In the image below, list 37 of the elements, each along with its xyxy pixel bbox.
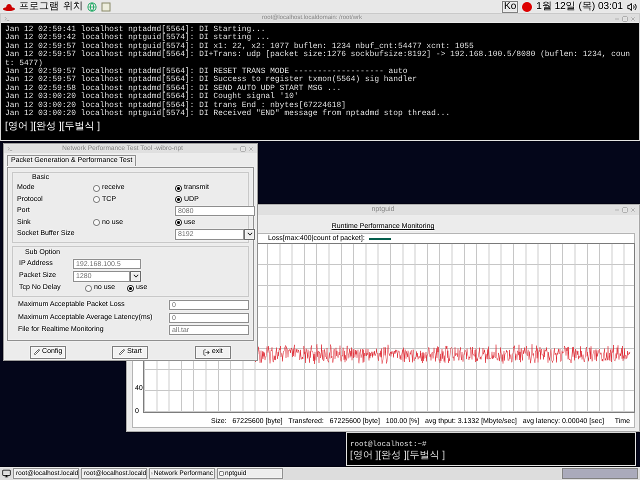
clock: 1월 12일 (목) 03:01: [536, 0, 623, 14]
ime-status: [영어 ][완성 ][두벌식 ]: [350, 450, 446, 461]
volume-icon[interactable]: [627, 2, 637, 12]
exit-icon: [202, 348, 210, 356]
dropdown-button[interactable]: [244, 228, 255, 240]
close-icon[interactable]: [248, 146, 254, 152]
pencil-icon: [119, 349, 126, 355]
ime-status: [영어 ][완성 ][두벌식 ]: [4, 120, 102, 132]
hat-icon[interactable]: [3, 2, 15, 10]
radio-icon[interactable]: [85, 284, 92, 292]
panel-menu[interactable]: 프로그램: [19, 0, 59, 14]
maximize-icon[interactable]: [622, 207, 628, 213]
input-method-indicator[interactable]: Ko: [502, 0, 518, 12]
workspace-switcher[interactable]: [562, 468, 638, 479]
dropdown-button[interactable]: [130, 270, 141, 282]
radio-icon[interactable]: [175, 219, 182, 226]
maximize-icon[interactable]: [240, 146, 246, 152]
radio-icon[interactable]: [93, 219, 100, 226]
window-menu-icon[interactable]: [7, 146, 13, 152]
show-desktop-icon[interactable]: [2, 469, 11, 478]
chevron-icon: [132, 272, 140, 280]
close-icon[interactable]: [630, 16, 636, 22]
maximize-icon[interactable]: [622, 16, 628, 22]
radio-icon[interactable]: [93, 196, 100, 204]
notepad-icon[interactable]: [101, 2, 111, 12]
window-icon: [219, 471, 224, 476]
radio-icon[interactable]: [93, 184, 100, 192]
legend-swatch: [368, 238, 391, 240]
panel-menu[interactable]: 위치: [63, 0, 83, 14]
radio-icon[interactable]: [127, 284, 134, 292]
alert-icon[interactable]: [522, 2, 532, 12]
window-menu-icon[interactable]: [4, 16, 10, 22]
close-icon[interactable]: [630, 207, 636, 213]
radio-icon[interactable]: [175, 184, 182, 192]
globe-icon[interactable]: [87, 2, 97, 12]
pencil-icon: [34, 349, 40, 355]
radio-icon[interactable]: [175, 196, 182, 204]
